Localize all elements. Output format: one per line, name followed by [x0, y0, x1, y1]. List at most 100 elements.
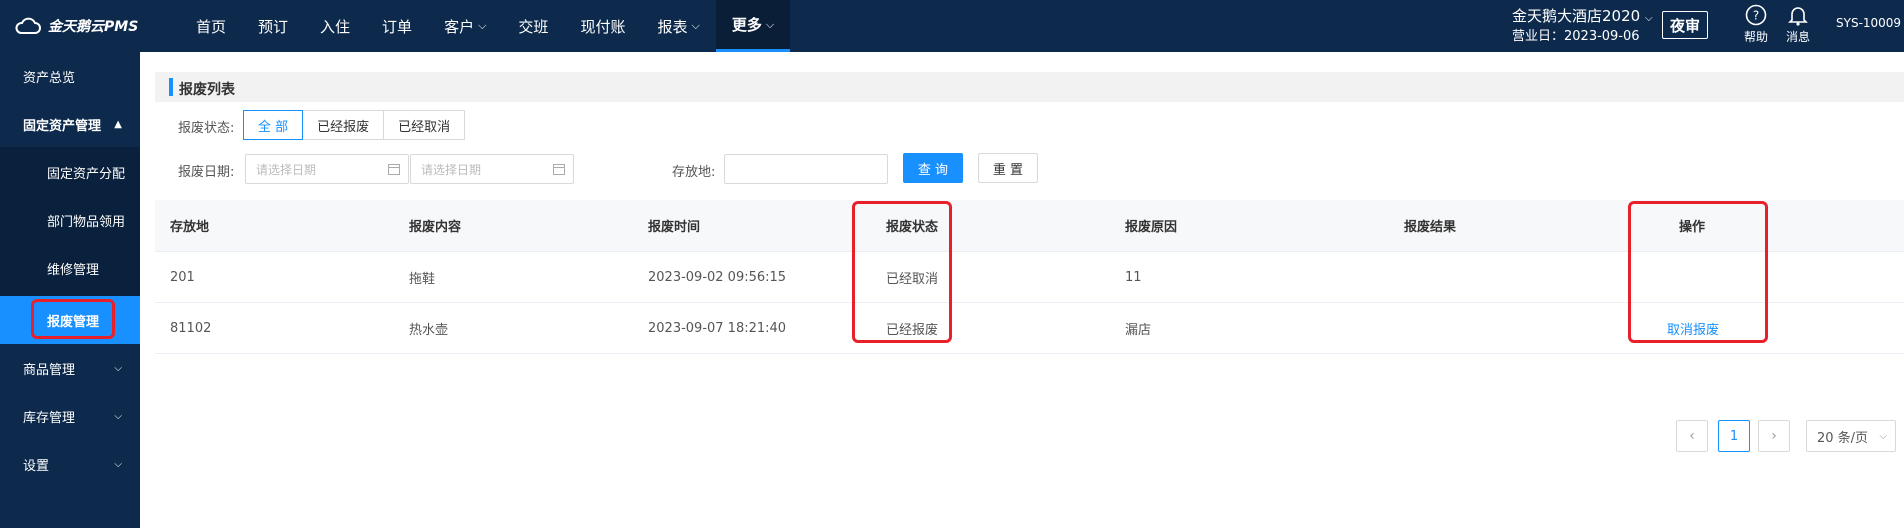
date-start-input[interactable]: 请选择日期 [245, 154, 409, 184]
bell-icon [1788, 7, 1808, 26]
cell-time: 2023-09-02 09:56:15 [648, 269, 787, 285]
column-header-result: 报废结果 [1404, 220, 1457, 235]
sidebar-item-asset-overview[interactable]: 资产总览 [0, 52, 140, 100]
cell-content: 热水壶 [409, 322, 449, 338]
status-filter-label: 报废状态: [178, 121, 235, 136]
nav-customers[interactable]: 客户 ⌵ [428, 0, 502, 52]
top-bar: 金天鹅云PMS 首页 预订 入住 订单 客户 ⌵ 交班 现付账 报表 ⌵ 更多 ⌵ 金… [0, 0, 1904, 52]
page-title: 报废列表 [179, 82, 235, 98]
chevron-down-icon: ⌵ [1644, 13, 1653, 24]
cell-location: 201 [170, 269, 195, 285]
sidebar-item-label: 库存管理 [23, 410, 76, 426]
query-button[interactable]: 查 询 [903, 153, 963, 183]
nav-label: 首页 [196, 17, 227, 36]
night-audit-button[interactable]: 夜审 [1662, 11, 1708, 39]
date-start-placeholder: 请选择日期 [256, 162, 317, 177]
table-row: 201 拖鞋 2023-09-02 09:56:15 已经取消 11 [155, 252, 1904, 303]
nav-label: 交班 [518, 17, 549, 36]
messages-label: 消息 [1785, 30, 1810, 44]
cell-status: 已经报废 [886, 322, 939, 338]
sidebar-item-label: 固定资产分配 [47, 166, 126, 182]
chevron-down-icon: ⌵ [691, 19, 700, 32]
nav-label: 报表 [657, 17, 688, 36]
sidebar: 资产总览 固定资产管理 ▲ 固定资产分配 部门物品领用 维修管理 报废管理 商品管… [0, 52, 140, 528]
sidebar-item-fixed-assets[interactable]: 固定资产管理 ▲ [0, 100, 140, 148]
nav-more[interactable]: 更多 ⌵ [715, 0, 791, 52]
nav-label: 预订 [258, 17, 289, 36]
help-button[interactable]: ? 帮助 [1736, 4, 1776, 45]
sidebar-item-scrap-management[interactable]: 报废管理 [0, 296, 140, 344]
column-header-location: 存放地 [170, 220, 210, 235]
column-header-content: 报废内容 [409, 220, 462, 235]
sidebar-item-label: 商品管理 [23, 362, 76, 378]
sidebar-item-department-requisition[interactable]: 部门物品领用 [0, 196, 140, 244]
prev-page-button[interactable]: ‹ [1676, 420, 1708, 452]
chevron-down-icon: ⌵ [114, 362, 122, 374]
chevron-right-icon: › [1771, 428, 1777, 444]
nav-orders[interactable]: 订单 [366, 0, 428, 52]
column-header-reason: 报废原因 [1125, 220, 1178, 235]
cell-status: 已经取消 [886, 271, 939, 287]
nav-shift[interactable]: 交班 [502, 0, 564, 52]
nav-booking[interactable]: 预订 [242, 0, 304, 52]
sidebar-item-goods[interactable]: 商品管理 ⌵ [0, 344, 140, 392]
cell-content: 拖鞋 [409, 271, 436, 287]
calendar-icon [388, 164, 400, 175]
cloud-logo-icon [15, 17, 41, 34]
status-option-all[interactable]: 全 部 [243, 110, 304, 140]
cell-reason: 漏店 [1125, 322, 1152, 338]
help-icon: ? [1745, 4, 1767, 26]
user-name[interactable]: SYS-10009 [1836, 16, 1901, 30]
logo[interactable]: 金天鹅云PMS [14, 14, 138, 38]
sidebar-item-label: 维修管理 [47, 262, 100, 278]
nav-cash-account[interactable]: 现付账 [564, 0, 641, 52]
chevron-up-icon: ▲ [114, 118, 122, 130]
cell-time: 2023-09-07 18:21:40 [648, 320, 787, 336]
nav-reports[interactable]: 报表 ⌵ [641, 0, 715, 52]
page-size-select[interactable]: 20 条/页 ⌵ [1806, 420, 1896, 452]
nav-label: 客户 [444, 17, 475, 36]
sidebar-item-asset-allocation[interactable]: 固定资产分配 [0, 148, 140, 196]
hotel-name: 金天鹅大酒店2020 [1512, 7, 1641, 25]
business-day: 营业日：2023-09-06 [1512, 29, 1640, 44]
date-filter-label: 报废日期: [178, 165, 235, 180]
main-nav: 首页 预订 入住 订单 客户 ⌵ 交班 现付账 报表 ⌵ 更多 ⌵ [180, 0, 791, 52]
sidebar-item-settings[interactable]: 设置 ⌵ [0, 440, 140, 488]
sidebar-item-label: 固定资产管理 [23, 118, 102, 134]
page-size-value: 20 条/页 [1817, 430, 1869, 446]
nav-label: 现付账 [580, 17, 626, 36]
date-end-input[interactable]: 请选择日期 [410, 154, 574, 184]
column-header-time: 报废时间 [648, 220, 701, 235]
location-filter-label: 存放地: [672, 165, 716, 180]
column-header-action: 操作 [1679, 220, 1706, 235]
chevron-down-icon: ⌵ [1879, 430, 1887, 442]
nav-label: 订单 [382, 17, 413, 36]
table-row: 81102 热水壶 2023-09-07 18:21:40 已经报废 漏店 取消… [155, 303, 1904, 354]
status-option-scrapped[interactable]: 已经报废 [302, 110, 385, 140]
sidebar-item-maintenance[interactable]: 维修管理 [0, 244, 140, 292]
logo-text: 金天鹅云PMS [48, 19, 139, 35]
nav-home[interactable]: 首页 [180, 0, 242, 52]
sidebar-item-label: 资产总览 [23, 70, 76, 86]
column-header-status: 报废状态 [886, 220, 939, 235]
location-input[interactable] [724, 154, 888, 184]
chevron-down-icon: ⌵ [114, 410, 122, 422]
sidebar-item-label: 报废管理 [47, 314, 100, 330]
hotel-selector[interactable]: 金天鹅大酒店2020 ⌵ 营业日：2023-09-06 [1512, 7, 1653, 46]
nav-label: 入住 [320, 17, 351, 36]
sidebar-item-label: 设置 [23, 458, 50, 474]
messages-button[interactable]: 消息 [1778, 4, 1818, 45]
calendar-icon [553, 164, 565, 175]
status-option-cancelled[interactable]: 已经取消 [383, 110, 466, 140]
chevron-down-icon: ⌵ [478, 19, 487, 32]
title-accent-bar [169, 78, 173, 96]
next-page-button[interactable]: › [1758, 420, 1790, 452]
cancel-scrap-link[interactable]: 取消报废 [1667, 303, 1719, 353]
sidebar-item-inventory[interactable]: 库存管理 ⌵ [0, 392, 140, 440]
svg-text:?: ? [1753, 9, 1759, 23]
chevron-down-icon: ⌵ [765, 17, 775, 31]
nav-checkin[interactable]: 入住 [304, 0, 366, 52]
page-1-button[interactable]: 1 [1718, 420, 1750, 452]
status-filter-group: 全 部 已经报废 已经取消 [243, 110, 466, 140]
reset-button[interactable]: 重 置 [978, 153, 1038, 183]
